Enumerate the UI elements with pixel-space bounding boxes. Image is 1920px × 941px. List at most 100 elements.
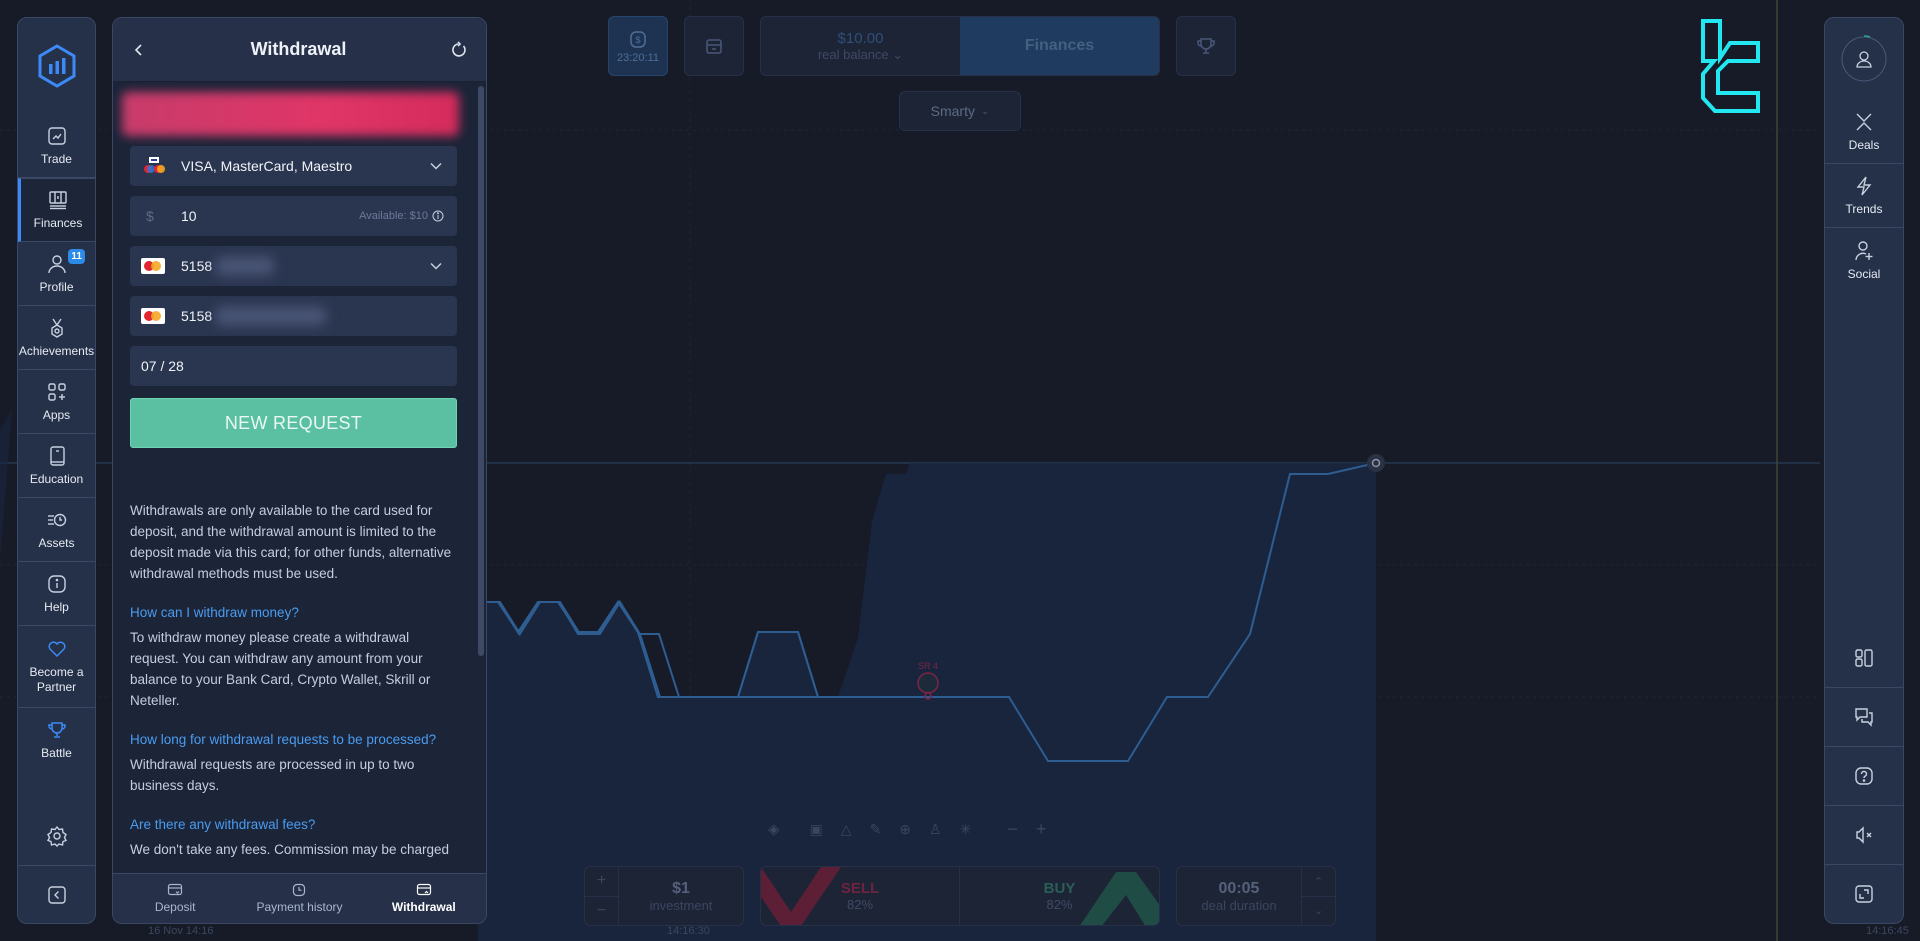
time-label-right: 14:16:45 — [1866, 925, 1909, 937]
payment-method-select[interactable]: VISA, MasterCard, Maestro — [130, 146, 457, 186]
panel-header: Withdrawal — [113, 18, 486, 82]
zoom-in-icon[interactable]: + — [1036, 819, 1047, 840]
sell-button[interactable]: SELL 82% — [761, 867, 960, 925]
question-icon — [1855, 767, 1873, 785]
collapse-sidebar-button[interactable] — [18, 865, 95, 923]
new-request-button[interactable]: NEW REQUEST — [130, 398, 457, 448]
sound-toggle-button[interactable] — [1825, 805, 1903, 864]
sidebar-item-label: Battle — [41, 746, 72, 760]
fullscreen-button[interactable] — [1825, 864, 1903, 923]
add-trader-icon[interactable]: ♙ — [929, 821, 942, 838]
refresh-button[interactable] — [450, 40, 468, 59]
sidebar-item-trade[interactable]: Trade — [18, 114, 95, 178]
amount-value: 10 — [181, 208, 197, 224]
saved-card-select[interactable]: 5158 — [130, 246, 457, 286]
settings-button[interactable] — [18, 807, 95, 865]
amount-input[interactable]: $ 10 Available: $10 — [130, 196, 457, 236]
card-out-icon — [416, 883, 431, 896]
balance-selector[interactable]: $10.00 real balance ⌄ — [761, 17, 960, 75]
faq-item: Are there any withdrawal fees? We don't … — [130, 814, 457, 860]
chevron-down-icon: ⌄ — [980, 105, 990, 117]
sidebar-item-achievements[interactable]: Achievements — [18, 306, 95, 370]
increase-duration-button[interactable]: ⌃ — [1302, 867, 1335, 897]
shape-tool-icon[interactable]: △ — [841, 821, 852, 838]
sidebar-item-label: Become a Partner — [29, 665, 84, 694]
sidebar-item-assets[interactable]: Assets — [18, 498, 95, 562]
current-price-dot — [1367, 454, 1385, 472]
strategy-dropdown[interactable]: Smarty ⌄ — [899, 91, 1021, 131]
sidebar-item-finances[interactable]: Finances — [18, 178, 95, 242]
trade-buttons: SELL 82% BUY 82% — [760, 866, 1160, 926]
app-logo[interactable] — [18, 18, 95, 114]
tab-deposit[interactable]: Deposit — [113, 874, 237, 923]
faq-question[interactable]: How long for withdrawal requests to be p… — [130, 729, 457, 750]
sell-payout: 82% — [846, 897, 874, 912]
faq-item: How long for withdrawal requests to be p… — [130, 729, 457, 796]
layout-button[interactable] — [1825, 628, 1903, 687]
help-button[interactable] — [1825, 746, 1903, 805]
tab-label: Payment history — [256, 900, 343, 914]
buy-button[interactable]: BUY 82% — [960, 867, 1159, 925]
faq-question[interactable]: How can I withdraw money? — [130, 602, 457, 623]
indicator-tool-icon[interactable]: ◈ — [768, 820, 780, 838]
refresh-icon — [452, 40, 466, 57]
decrease-duration-button[interactable]: ⌄ — [1302, 897, 1335, 926]
investment-widget: + − $1 investment — [584, 866, 744, 926]
sparkle-icon[interactable]: ✳ — [960, 821, 972, 838]
sidebar-item-trends[interactable]: Trends — [1825, 164, 1903, 228]
cashback-timer-button[interactable]: $ 23:20:11 — [608, 16, 668, 76]
card-number-field[interactable]: 5158 — [130, 296, 457, 336]
sidebar-item-battle[interactable]: Battle — [18, 708, 95, 772]
sidebar-item-social[interactable]: Social — [1825, 228, 1903, 292]
redacted-digits — [216, 257, 275, 275]
sidebar-item-label: Social — [1847, 266, 1881, 281]
cashback-icon: $ — [630, 30, 646, 48]
notification-badge: 11 — [68, 249, 85, 264]
sidebar-item-profile[interactable]: 11 Profile — [18, 242, 95, 306]
mastercard-icon — [141, 308, 165, 324]
sidebar-item-education[interactable]: Education — [18, 434, 95, 498]
expiry-date-field[interactable]: 07 / 28 — [130, 346, 457, 386]
sidebar-item-label: Achievements — [18, 343, 95, 358]
trophy-icon — [47, 722, 66, 738]
tab-label: Deposit — [154, 900, 196, 914]
faq-answer: To withdraw money please create a withdr… — [130, 630, 431, 708]
profile-avatar-button[interactable] — [1825, 18, 1903, 100]
zoom-out-icon[interactable]: − — [1007, 819, 1018, 840]
chevron-down-icon: ⌄ — [888, 46, 904, 62]
sidebar-item-partner[interactable]: Become a Partner — [18, 626, 95, 708]
info-icon[interactable] — [432, 210, 444, 222]
balance-label: real balance — [817, 46, 889, 62]
strategy-label: Smarty — [930, 103, 975, 119]
decrease-investment-button[interactable]: − — [585, 897, 618, 926]
pencil-icon[interactable]: ✎ — [870, 821, 882, 838]
sidebar-item-deals[interactable]: Deals — [1825, 100, 1903, 164]
avatar — [1841, 35, 1887, 82]
balance-widget[interactable]: $10.00 real balance ⌄ Finances — [760, 16, 1160, 76]
payment-method-value: VISA, MasterCard, Maestro — [181, 158, 353, 174]
increase-investment-button[interactable]: + — [585, 867, 618, 897]
finances-button[interactable]: Finances — [960, 17, 1159, 75]
tab-withdrawal[interactable]: Withdrawal — [362, 874, 486, 923]
investment-input[interactable]: $1 investment — [619, 880, 743, 913]
sidebar-item-apps[interactable]: Apps — [18, 370, 95, 434]
target-icon[interactable]: ⊕ — [899, 821, 911, 838]
panel-scrollbar[interactable] — [478, 86, 484, 656]
deal-marker-label: SR 4 — [918, 661, 938, 671]
duration-value: 00:05 — [1218, 879, 1260, 897]
duration-input[interactable]: 00:05 deal duration — [1177, 880, 1301, 913]
tab-payment-history[interactable]: Payment history — [237, 874, 361, 923]
chevron-left-icon — [47, 885, 66, 904]
chat-button[interactable] — [1825, 687, 1903, 746]
balance-amount: $10.00 — [837, 29, 884, 47]
tab-label: Withdrawal — [391, 900, 456, 914]
panel-title: Withdrawal — [250, 39, 347, 59]
sidebar-item-help[interactable]: Help — [18, 562, 95, 626]
chest-button[interactable] — [684, 16, 744, 76]
faq-question[interactable]: Are there any withdrawal fees? — [130, 814, 457, 835]
sidebar-item-label: Apps — [42, 407, 71, 422]
back-button[interactable] — [131, 42, 147, 58]
lightning-icon — [1856, 176, 1872, 196]
chart-type-icon[interactable]: ▣ — [810, 821, 823, 838]
tournaments-button[interactable] — [1176, 16, 1236, 76]
